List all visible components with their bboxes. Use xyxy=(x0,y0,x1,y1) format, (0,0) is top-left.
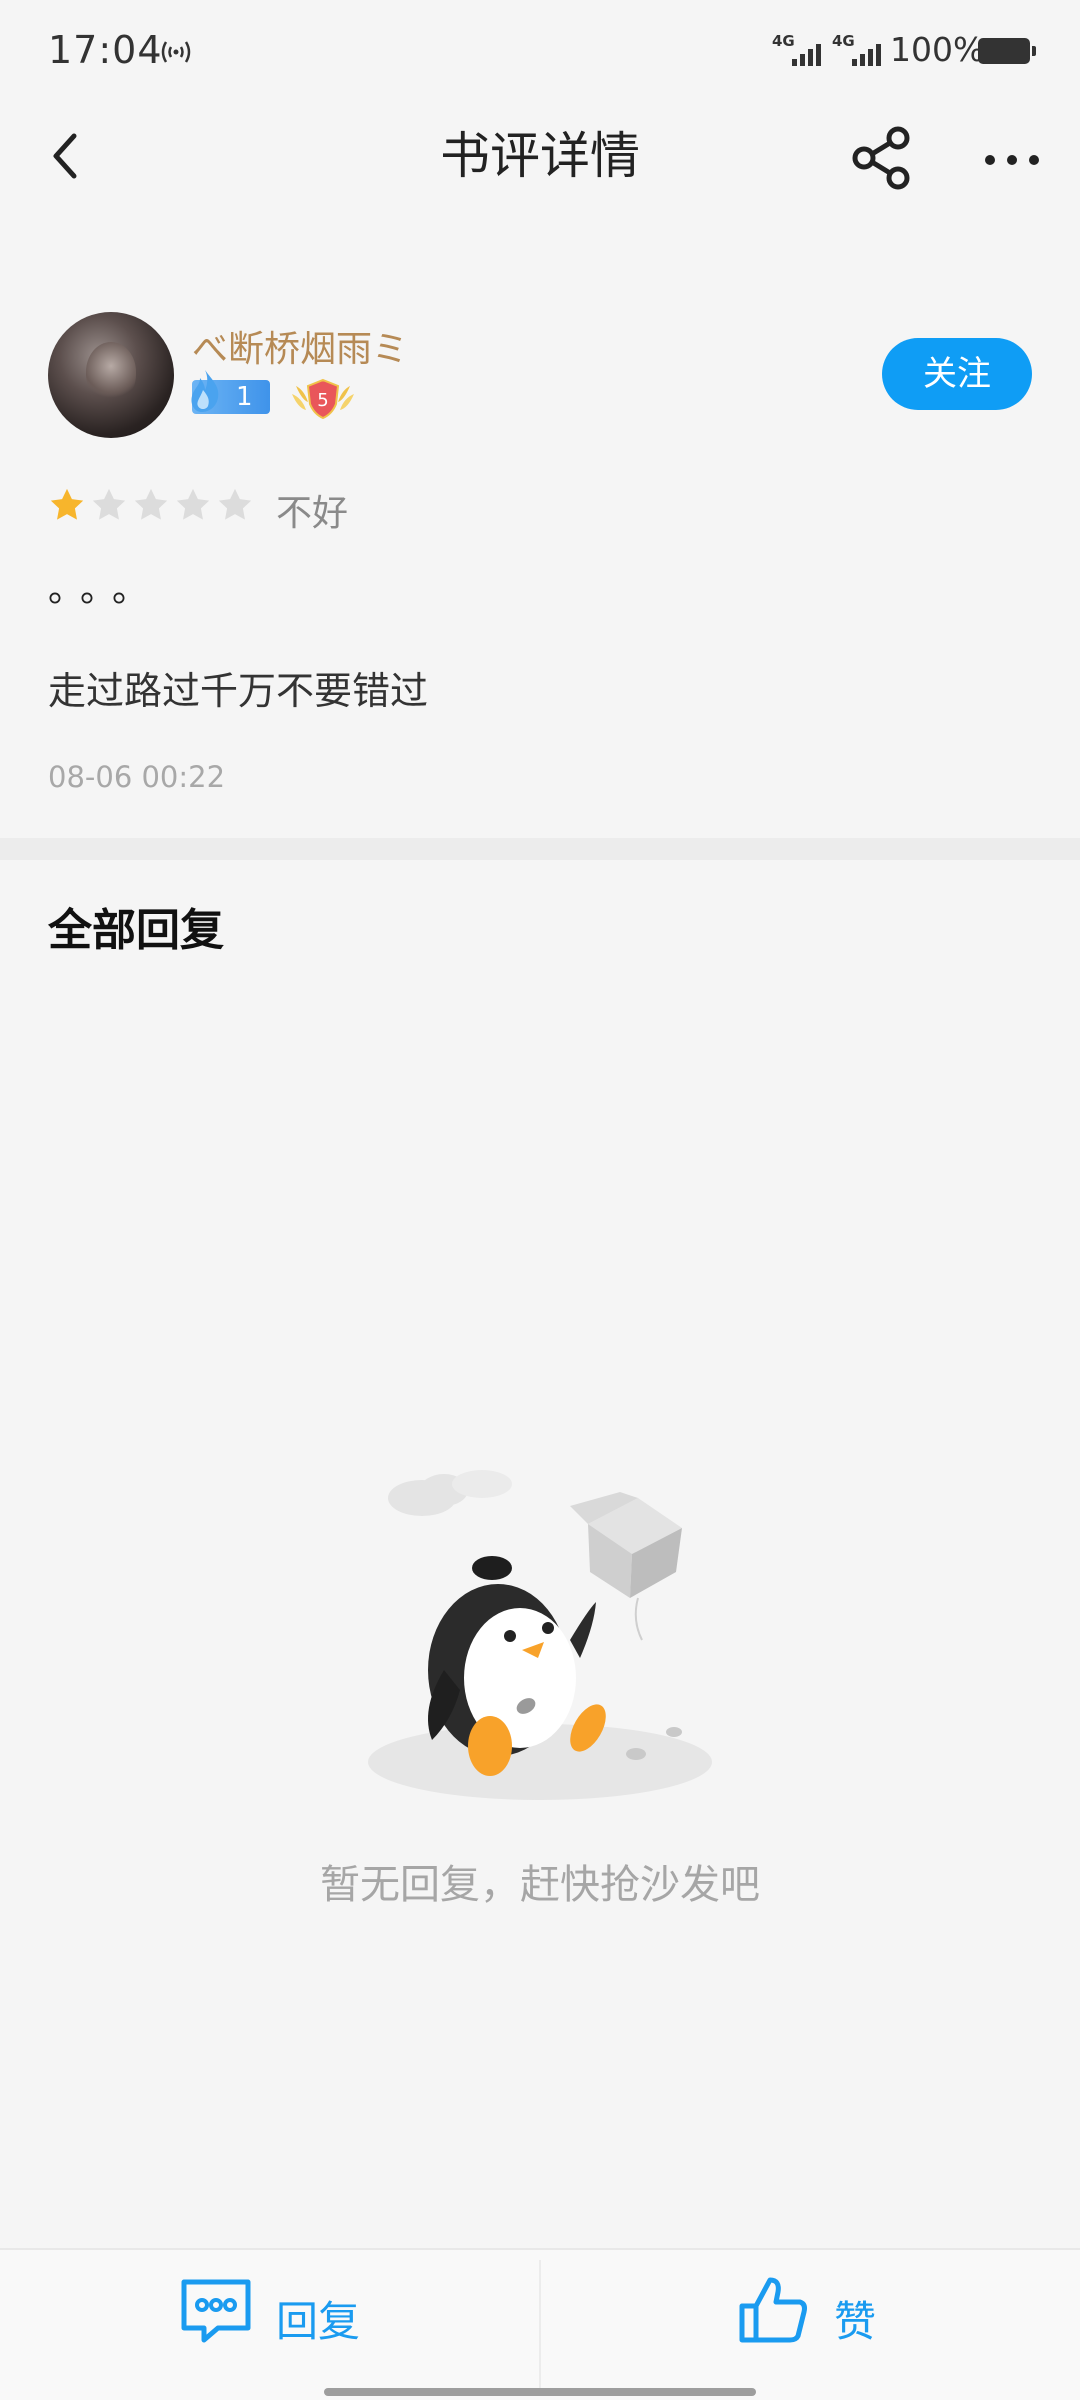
hotspot-icon xyxy=(161,41,191,63)
avatar[interactable] xyxy=(48,312,174,438)
star-icon xyxy=(218,488,252,520)
like-button[interactable]: 赞 xyxy=(738,2274,908,2360)
divider xyxy=(539,2260,541,2390)
section-divider xyxy=(0,838,1080,860)
like-label: 赞 xyxy=(834,2297,877,2346)
fan-level-value: 1 xyxy=(236,382,253,412)
reply-button[interactable]: 回复 xyxy=(170,2274,390,2360)
star-icon xyxy=(50,488,84,520)
more-icon[interactable] xyxy=(980,128,1044,192)
rating-stars xyxy=(48,486,258,526)
rating-text: 不好 xyxy=(276,493,349,534)
empty-state-text: 暂无回复，赶快抢沙发吧 xyxy=(320,1862,760,1908)
comment-icon xyxy=(181,2279,251,2343)
review-body: 走过路过千万不要错过 xyxy=(48,669,429,713)
status-time: 17:04 xyxy=(48,28,163,72)
star-icon xyxy=(134,488,168,520)
fan-level-badge: 1 xyxy=(191,370,270,414)
share-icon[interactable] xyxy=(848,124,916,192)
empty-state-penguin-icon xyxy=(368,1470,712,1800)
battery-icon xyxy=(978,38,1036,64)
back-arrow-icon[interactable] xyxy=(36,124,100,188)
nav-bar: 书评详情 xyxy=(0,104,1080,208)
star-icon xyxy=(176,488,210,520)
home-indicator[interactable] xyxy=(324,2388,756,2396)
reply-label: 回复 xyxy=(276,2297,361,2346)
review-timestamp: 08-06 00:22 xyxy=(48,760,226,794)
rank-badge: 5 xyxy=(292,378,354,420)
signal-icon: 4G xyxy=(832,32,884,70)
flame-icon xyxy=(191,370,219,412)
svg-text:5: 5 xyxy=(317,390,328,411)
status-bar: 17:04 4G 4G 100% xyxy=(0,0,1080,104)
review-title: 。。。 xyxy=(48,569,163,610)
review-card: べ断桥烟雨ミ 1 5 关注 不好 。。。 走过路过千万不要错过 08-06 00… xyxy=(0,208,1080,838)
replies-heading: 全部回复 xyxy=(48,905,224,956)
page-title: 书评详情 xyxy=(440,127,640,185)
author-name[interactable]: べ断桥烟雨ミ xyxy=(192,320,408,372)
star-icon xyxy=(92,488,126,520)
signal-icon: 4G xyxy=(772,32,824,70)
thumbs-up-icon xyxy=(739,2277,807,2343)
bottom-action-bar: 回复 赞 xyxy=(0,2248,1080,2400)
follow-button[interactable]: 关注 xyxy=(882,338,1032,410)
battery-percent: 100% xyxy=(890,30,985,69)
